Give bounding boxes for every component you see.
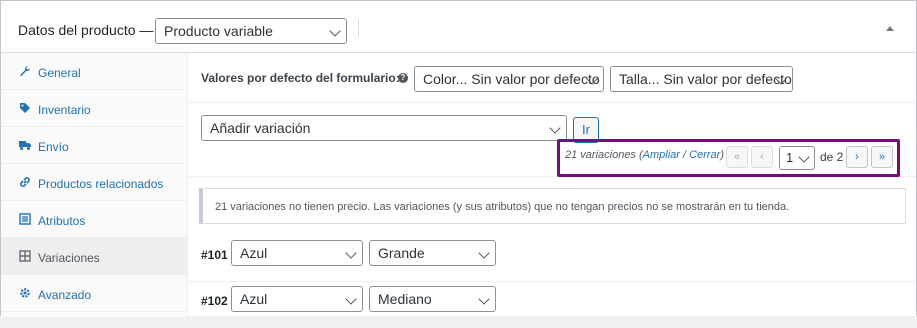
- truck-icon: [19, 141, 31, 150]
- chevron-down-icon: [329, 25, 341, 37]
- link-icon: [20, 177, 30, 187]
- chevron-down-icon: [478, 293, 490, 305]
- chevron-down-icon: [549, 122, 561, 134]
- product-type-select[interactable]: Producto variable: [155, 18, 347, 44]
- variation-row[interactable]: #102 Azul Mediano: [189, 281, 916, 328]
- grid-icon: [19, 250, 31, 262]
- variation-color-value: Azul: [240, 245, 268, 261]
- tab-envio[interactable]: Envío: [1, 127, 187, 164]
- header-divider: [358, 19, 359, 37]
- chevron-down-icon: [345, 293, 357, 305]
- variation-size-select[interactable]: Grande: [369, 240, 496, 266]
- variation-actions-row: Añadir variación Ir 21 variaciones (Ampl…: [189, 104, 916, 177]
- variation-size-select[interactable]: Mediano: [369, 286, 496, 312]
- panel-header: Datos del producto — Producto variable: [1, 1, 916, 53]
- default-values-row: Valores por defecto del formulario: ? Co…: [189, 53, 916, 103]
- variation-id: #102: [201, 294, 228, 308]
- tab-label: Inventario: [38, 103, 91, 117]
- variation-id: #101: [201, 248, 228, 262]
- chevron-down-icon: [478, 247, 490, 259]
- tab-productos-relacionados[interactable]: Productos relacionados: [1, 164, 187, 201]
- gear-icon: [20, 288, 30, 298]
- collapse-toggle-icon[interactable]: [886, 26, 894, 31]
- variation-size-value: Mediano: [378, 291, 432, 307]
- pagination-highlight: [557, 139, 900, 177]
- variation-action-select[interactable]: Añadir variación: [201, 115, 567, 141]
- panel-title: Datos del producto —: [18, 22, 154, 38]
- tab-label: Envío: [38, 140, 69, 154]
- tab-label: Atributos: [38, 214, 86, 228]
- help-icon[interactable]: ?: [398, 73, 408, 83]
- chevron-down-icon: [345, 247, 357, 259]
- tab-label: General: [38, 66, 81, 80]
- variation-color-value: Azul: [240, 291, 268, 307]
- default-color-select[interactable]: Color... Sin valor por defecto: [414, 66, 604, 92]
- variation-color-select[interactable]: Azul: [231, 240, 363, 266]
- tab-avanzado[interactable]: Avanzado: [1, 275, 187, 312]
- tab-atributos[interactable]: Atributos: [1, 201, 187, 238]
- no-price-notice: 21 variaciones no tienen precio. Las var…: [199, 188, 906, 224]
- default-size-select[interactable]: Talla... Sin valor por defecto: [610, 66, 793, 92]
- variation-action-value: Añadir variación: [210, 120, 311, 136]
- tab-general[interactable]: General: [1, 53, 187, 90]
- tag-icon: [20, 103, 30, 113]
- default-size-value: Talla... Sin valor por defecto: [619, 71, 792, 87]
- tab-label: Variaciones: [38, 251, 100, 265]
- variation-size-value: Grande: [378, 245, 425, 261]
- notice-text: 21 variaciones no tienen precio. Las var…: [215, 201, 790, 213]
- tab-variaciones[interactable]: Variaciones: [1, 238, 187, 275]
- tab-label: Productos relacionados: [38, 177, 164, 191]
- tab-inventario[interactable]: Inventario: [1, 90, 187, 127]
- default-values-label: Valores por defecto del formulario:: [201, 71, 400, 85]
- product-data-tabs: General Inventario Envío Productos relac…: [1, 53, 188, 317]
- product-type-value: Producto variable: [164, 23, 273, 39]
- default-color-value: Color... Sin valor por defecto: [423, 71, 600, 87]
- wrench-icon: [20, 66, 30, 77]
- variation-color-select[interactable]: Azul: [231, 286, 363, 312]
- list-icon: [19, 213, 31, 225]
- tab-label: Avanzado: [38, 288, 92, 302]
- variation-row[interactable]: #101 Azul Grande: [189, 235, 916, 282]
- product-data-panel: Datos del producto — Producto variable G…: [0, 0, 917, 317]
- variations-panel: Valores por defecto del formulario: ? Co…: [189, 53, 916, 317]
